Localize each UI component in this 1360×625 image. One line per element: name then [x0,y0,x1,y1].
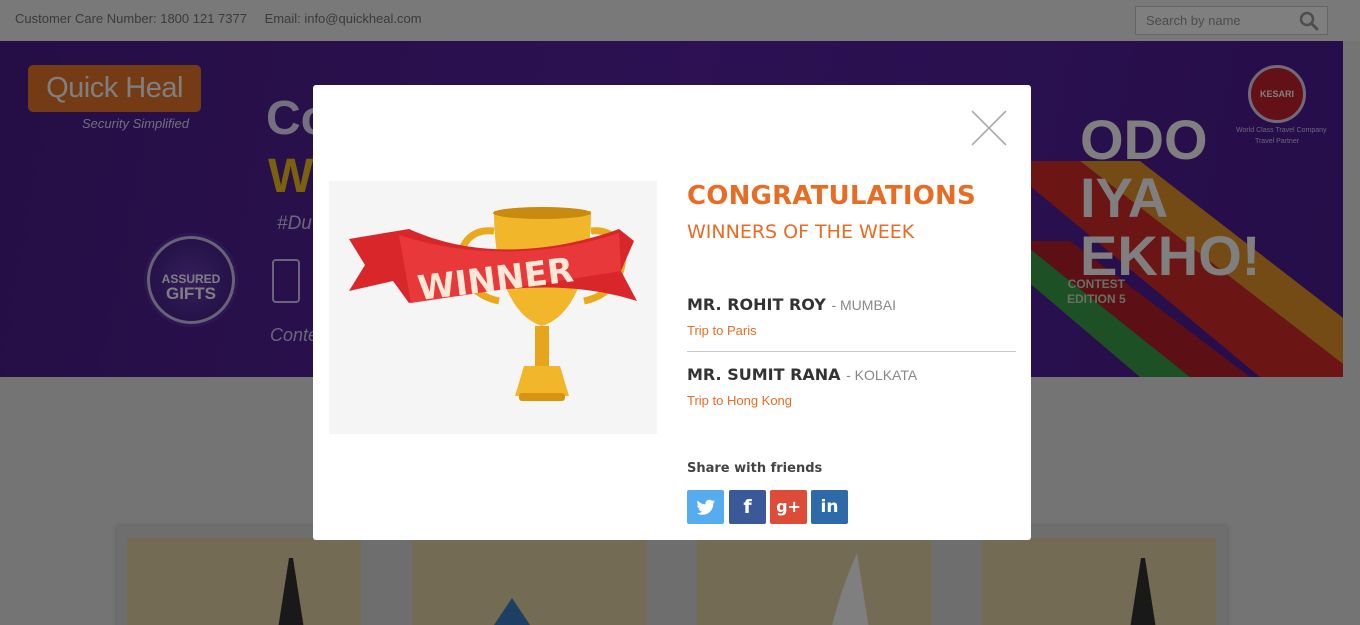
winner-prize: Trip to Paris [687,323,757,338]
modal-subtitle: WINNERS OF THE WEEK [687,221,915,243]
facebook-icon: f [743,496,752,518]
winner-prize: Trip to Hong Kong [687,393,793,408]
winner-city: - MUMBAI [831,297,897,313]
trophy-icon: WINNER [349,207,637,401]
trophy-image: WINNER [329,181,657,434]
close-icon[interactable] [970,109,1008,147]
share-label: Share with friends [687,461,823,476]
winner-entry: MR. ROHIT ROY - MUMBAI Trip to Paris [687,295,1016,338]
winner-divider [687,351,1016,352]
modal-title: CONGRATULATIONS [687,181,976,211]
twitter-share-button[interactable] [687,490,724,524]
google-plus-icon: g+ [776,497,801,516]
winner-name-line: MR. ROHIT ROY - MUMBAI [687,295,1016,314]
winners-info: CONGRATULATIONS WINNERS OF THE WEEK MR. … [687,181,1016,524]
winner-name: MR. ROHIT ROY [687,295,826,314]
linkedin-icon: in [820,497,839,517]
facebook-share-button[interactable]: f [729,490,766,524]
winner-name-line: MR. SUMIT RANA - KOLKATA [687,365,1016,384]
winner-name: MR. SUMIT RANA [687,365,841,384]
winners-modal: WINNER CONGRATULATIONS WINNERS OF THE WE… [313,85,1031,540]
twitter-icon [696,499,715,515]
winner-entry: MR. SUMIT RANA - KOLKATA Trip to Hong Ko… [687,365,1016,408]
winner-city: - KOLKATA [846,367,918,383]
google-plus-share-button[interactable]: g+ [770,490,807,524]
linkedin-share-button[interactable]: in [811,490,848,524]
